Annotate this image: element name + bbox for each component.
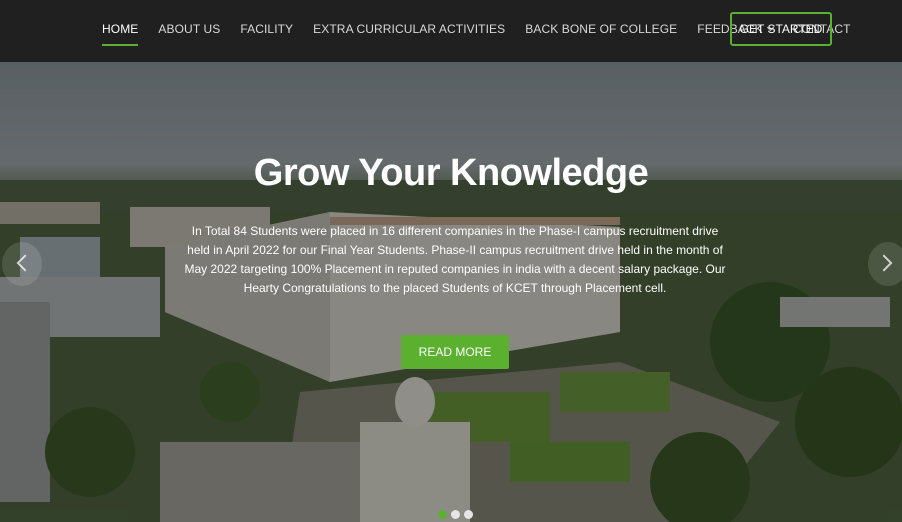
slider-dot[interactable] (451, 510, 460, 519)
hero-description: In Total 84 Students were placed in 16 d… (184, 224, 726, 295)
nav-facility[interactable]: FACILITY (240, 18, 293, 40)
nav-back-bone[interactable]: BACK BONE OF COLLEGE (525, 18, 677, 40)
read-more-button[interactable]: READ MORE (401, 335, 509, 369)
hero-slider: Grow Your Knowledge In Total 84 Students… (0, 62, 902, 522)
chevron-left-icon (16, 254, 34, 272)
slider-dot[interactable] (438, 510, 447, 519)
nav-extra-curricular[interactable]: EXTRA CURRICULAR ACTIVITIES (313, 18, 505, 40)
hero-title: Grow Your Knowledge (253, 152, 649, 194)
nav-about-us[interactable]: ABOUT US (158, 18, 220, 40)
slider-next-button[interactable] (868, 242, 902, 286)
nav-home[interactable]: HOME (102, 18, 139, 46)
chevron-right-icon (875, 254, 893, 272)
slider-dot[interactable] (464, 510, 473, 519)
slider-prev-button[interactable] (2, 242, 42, 286)
navbar: HOME ABOUT US FACILITY EXTRA CURRICULAR … (0, 0, 902, 62)
slider-dots (438, 510, 477, 519)
get-started-button[interactable]: GET STARTED (730, 12, 832, 46)
